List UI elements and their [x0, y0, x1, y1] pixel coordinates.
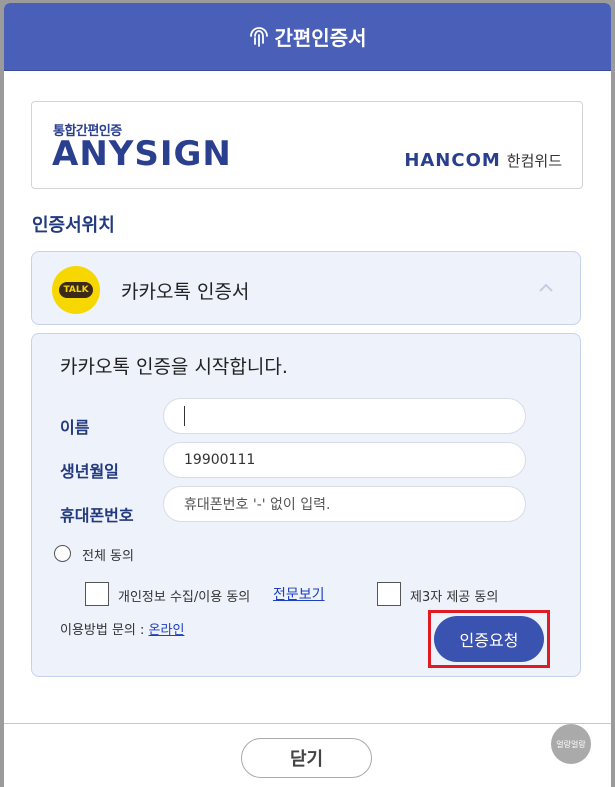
hancom-logo-ko: 한컴위드: [506, 152, 562, 170]
cert-location-label: 인증서위치: [32, 215, 115, 236]
close-button[interactable]: 닫기: [241, 738, 372, 778]
name-label: 이름: [60, 418, 90, 437]
kakaotalk-badge-text: TALK: [59, 282, 93, 298]
kakaotalk-icon: TALK: [52, 266, 100, 314]
modal-footer: 닫기 얼랑얼랑: [4, 723, 611, 787]
phone-label: 휴대폰번호: [60, 506, 134, 525]
hancom-logo: HANCOM 한컴위드: [404, 150, 562, 171]
anysign-logo: ANYSIGN: [52, 134, 232, 174]
brand-banner: 통합간편인증 ANYSIGN HANCOM 한컴위드: [31, 101, 583, 189]
online-inquiry-link[interactable]: 온라인: [149, 623, 185, 638]
text-caret: [184, 406, 185, 426]
simple-auth-modal: 간편인증서 통합간편인증 ANYSIGN HANCOM 한컴위드 인증서위치 TA…: [4, 3, 611, 787]
agree-all-label: 전체 동의: [82, 549, 134, 564]
request-auth-button[interactable]: 인증요청: [434, 616, 544, 662]
birth-label: 생년월일: [60, 462, 119, 481]
modal-title: 간편인증서: [274, 26, 367, 50]
phone-input[interactable]: 휴대폰번호 '-' 없이 입력.: [163, 486, 526, 522]
kakao-provider-header[interactable]: TALK 카카오톡 인증서: [31, 251, 581, 325]
fingerprint-icon: [249, 26, 268, 47]
usage-inquiry: 이용방법 문의 : 온라인: [60, 619, 184, 638]
modal-header: 간편인증서: [4, 3, 611, 71]
mascot-icon: 얼랑얼랑: [551, 724, 591, 764]
birthdate-input[interactable]: 19900111: [163, 442, 526, 478]
view-full-terms-link[interactable]: 전문보기: [273, 584, 325, 604]
privacy-consent-label: 개인정보 수집/이용 동의: [118, 590, 251, 605]
panel-headline: 카카오톡 인증을 시작합니다.: [60, 356, 288, 378]
provider-name: 카카오톡 인증서: [121, 281, 250, 303]
name-input[interactable]: [163, 398, 526, 434]
chevron-up-icon[interactable]: [538, 280, 554, 296]
birthdate-value: 19900111: [184, 452, 256, 468]
inquiry-label: 이용방법 문의 :: [60, 623, 149, 638]
hancom-logo-en: HANCOM: [404, 150, 501, 171]
phone-placeholder: 휴대폰번호 '-' 없이 입력.: [184, 497, 331, 513]
kakao-auth-panel: 카카오톡 인증을 시작합니다. 이름 생년월일 19900111 휴대폰번호 휴…: [31, 333, 581, 677]
agree-all-radio[interactable]: [54, 545, 71, 562]
third-party-consent-label: 제3자 제공 동의: [410, 590, 499, 605]
request-auth-button-highlight: 인증요청: [428, 610, 550, 668]
privacy-consent-checkbox[interactable]: [85, 582, 109, 606]
third-party-consent-checkbox[interactable]: [377, 582, 401, 606]
